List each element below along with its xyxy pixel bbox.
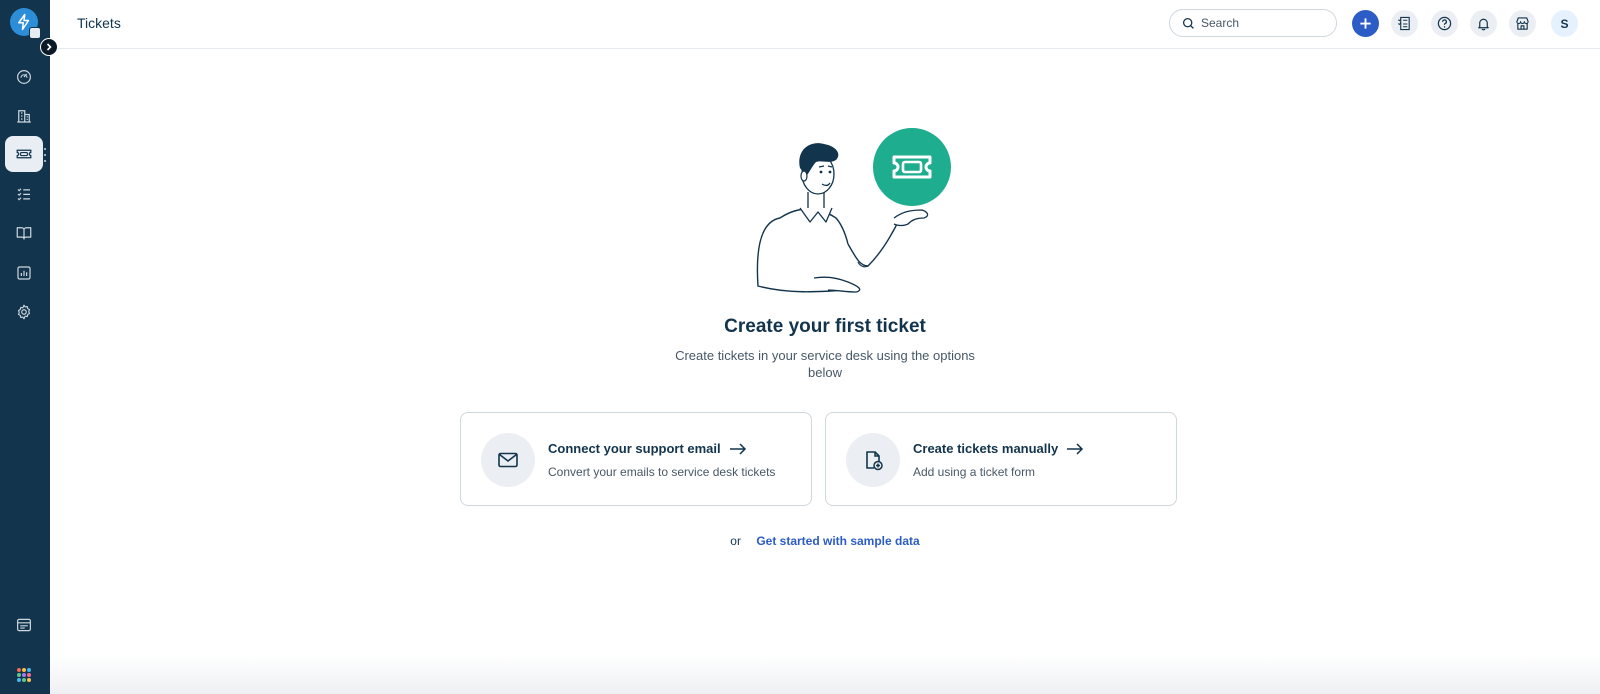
card-title: Connect your support email — [548, 441, 747, 456]
document-add-icon — [866, 451, 883, 471]
expand-sidebar-button[interactable] — [40, 38, 58, 56]
app-root: Tickets Search S Create your first ticke… — [0, 0, 1600, 694]
sidebar-item-admin[interactable] — [5, 294, 43, 330]
sidebar — [0, 0, 58, 694]
building-icon — [17, 110, 31, 123]
page-title: Tickets — [77, 15, 121, 31]
store-icon — [1516, 17, 1529, 30]
card-title-text: Create tickets manually — [913, 441, 1059, 456]
sidebar-item-tickets[interactable] — [5, 136, 43, 172]
empty-state-title: Create your first ticket — [724, 316, 926, 337]
user-avatar[interactable]: S — [1551, 10, 1578, 37]
bell-icon — [1478, 18, 1489, 31]
gear-icon — [17, 304, 31, 320]
card-description: Add using a ticket form — [913, 465, 1036, 479]
connect-email-card[interactable]: Connect your support email Convert your … — [460, 412, 812, 506]
marketplace-button[interactable] — [1509, 10, 1536, 37]
main-content: Create your first ticket Create tickets … — [50, 50, 1600, 694]
app-grid-icon[interactable] — [17, 668, 31, 682]
create-manually-card[interactable]: Create tickets manually Add using a tick… — [825, 412, 1177, 506]
book-icon — [16, 227, 32, 240]
sidebar-item-tasks[interactable] — [5, 176, 43, 212]
ticket-icon — [16, 149, 32, 159]
sidebar-item-analytics[interactable] — [5, 255, 43, 291]
gauge-icon — [17, 70, 31, 84]
top-header: Tickets S — [50, 0, 1600, 49]
sidebar-item-assets[interactable] — [5, 98, 43, 134]
search-icon — [1182, 17, 1194, 29]
drag-handle[interactable] — [44, 148, 47, 162]
help-icon — [1437, 16, 1452, 31]
freshservice-logo[interactable] — [10, 8, 41, 39]
notifications-button[interactable] — [1470, 10, 1497, 37]
envelope-icon — [498, 452, 518, 468]
sample-data-link[interactable]: Get started with sample data — [756, 534, 919, 548]
or-text: or — [730, 534, 741, 548]
chevron-right-icon — [46, 43, 52, 51]
checklist-doc-icon — [1398, 16, 1410, 31]
person-ticket-illustration — [756, 128, 951, 293]
sample-data-row: or Get started with sample data — [50, 534, 1600, 548]
card-title-text: Connect your support email — [548, 441, 721, 456]
search-input[interactable] — [1201, 16, 1321, 30]
email-icon-circle — [481, 433, 535, 487]
sidebar-item-solutions[interactable] — [5, 215, 43, 251]
plus-icon — [1360, 18, 1371, 29]
search-box[interactable] — [1169, 9, 1337, 37]
sidebar-item-dashboard[interactable] — [5, 59, 43, 95]
checklist-icon — [17, 188, 30, 201]
card-description: Convert your emails to service desk tick… — [548, 465, 776, 479]
sidebar-item-catalog[interactable] — [5, 607, 43, 643]
todo-button[interactable] — [1391, 10, 1418, 37]
card-title: Create tickets manually — [913, 441, 1084, 456]
document-icon-circle — [846, 433, 900, 487]
arrow-right-icon — [729, 442, 746, 455]
window-icon — [17, 618, 31, 632]
help-button[interactable] — [1431, 10, 1458, 37]
new-item-button[interactable] — [1352, 10, 1379, 37]
empty-state-subtitle: Create tickets in your service desk usin… — [675, 348, 975, 380]
arrow-right-icon — [1067, 442, 1084, 455]
bottom-shade — [50, 654, 1600, 694]
bar-chart-icon — [17, 266, 31, 280]
logo-badge — [29, 27, 41, 39]
